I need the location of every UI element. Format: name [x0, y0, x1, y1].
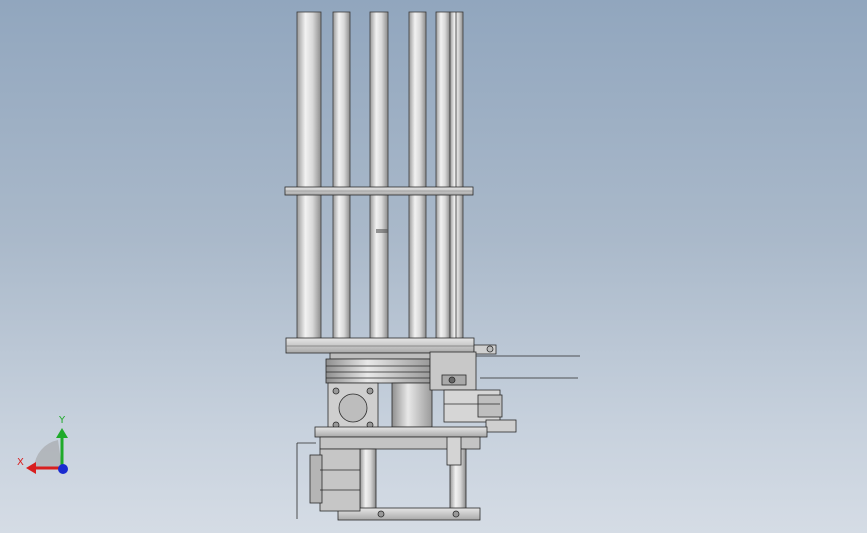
coordinate-triad — [26, 428, 68, 474]
triad-x-label: X — [17, 457, 24, 468]
graphics-viewport[interactable]: Y X — [0, 0, 867, 533]
triad-y-label: Y — [59, 415, 66, 426]
